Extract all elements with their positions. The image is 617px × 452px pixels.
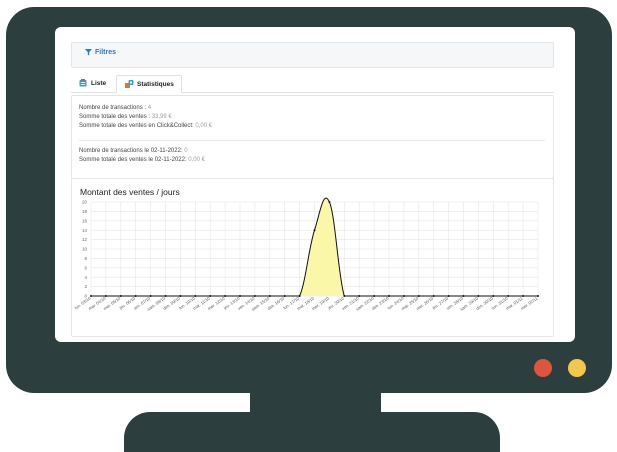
data-point	[179, 295, 182, 297]
data-point	[507, 295, 510, 297]
y-tick-label: 10	[82, 247, 88, 252]
data-point	[432, 295, 435, 297]
tab-liste-label: Liste	[91, 79, 107, 87]
data-point	[402, 295, 405, 297]
stat-nb-transactions-date: Nombre de transactions le 02-11-2022: 0	[79, 148, 188, 154]
tab-statistiques[interactable]: Statistiques	[116, 75, 182, 93]
data-point	[417, 295, 420, 297]
y-tick-label: 12	[82, 237, 88, 242]
data-point	[492, 295, 495, 297]
stat-somme-click-collect: Somme totale des ventes en Click&Collect…	[79, 123, 213, 129]
data-point	[90, 295, 92, 297]
data-point	[447, 295, 450, 297]
y-tick-label: 8	[84, 256, 87, 261]
data-point	[119, 295, 122, 297]
power-led-yellow	[568, 359, 586, 377]
y-tick-label: 6	[84, 265, 87, 270]
y-tick-label: 20	[82, 200, 88, 205]
list-icon	[79, 79, 87, 87]
data-point	[462, 295, 465, 297]
stat-nb-transactions: Nombre de transactions : 4	[79, 105, 152, 111]
tab-liste[interactable]: Liste	[71, 75, 116, 91]
data-point	[164, 295, 167, 297]
data-point	[358, 295, 361, 297]
y-tick-label: 2	[84, 284, 87, 289]
stat-somme-date: Somme totale des ventes le 02-11-2022: 0…	[79, 157, 205, 163]
data-point	[343, 295, 346, 297]
sales-chart: 02468101214161820lun. 03/10mar. 04/10mer…	[74, 197, 539, 312]
data-point	[149, 295, 152, 297]
filters-button[interactable]: Filtres	[85, 49, 116, 56]
data-point	[224, 295, 227, 297]
chart-card: Montant des ventes / jours 0 2 4 6 8 10 12 14 16…	[71, 178, 554, 337]
data-point	[537, 295, 539, 297]
filter-icon	[85, 49, 92, 56]
data-point	[253, 295, 256, 297]
y-tick-label: 4	[84, 275, 87, 280]
x-tick-label: mer. 02/11	[520, 295, 539, 311]
data-point	[209, 295, 212, 297]
stat-somme-ventes: Somme totale des ventes : 33,99 €	[79, 114, 172, 120]
data-point	[522, 295, 525, 297]
tab-statistiques-label: Statistiques	[137, 80, 174, 88]
data-point	[104, 295, 107, 297]
stats-divider	[79, 140, 545, 141]
y-tick-label: 14	[82, 228, 88, 233]
screen: Filtres Liste Statistiques Nombre de tra…	[55, 27, 575, 342]
filters-label: Filtres	[95, 49, 117, 56]
data-point	[194, 295, 197, 297]
y-tick-label: 16	[82, 218, 88, 223]
filters-panel: Filtres	[71, 42, 554, 68]
data-point	[298, 295, 301, 297]
data-point	[134, 295, 137, 297]
power-led-red	[534, 359, 552, 377]
data-point	[373, 295, 376, 297]
monitor-stand	[124, 412, 500, 452]
data-point	[477, 295, 480, 297]
data-point	[313, 229, 316, 232]
stats-summary-card: Nombre de transactions : 4 Somme totale …	[71, 95, 554, 179]
data-point	[268, 295, 271, 297]
y-tick-label: 18	[82, 209, 88, 214]
data-point	[239, 295, 241, 297]
data-point	[388, 295, 390, 297]
stats-icon	[125, 80, 134, 88]
tab-bar: Liste Statistiques	[71, 75, 554, 93]
data-point	[328, 201, 331, 203]
data-point	[283, 295, 286, 297]
